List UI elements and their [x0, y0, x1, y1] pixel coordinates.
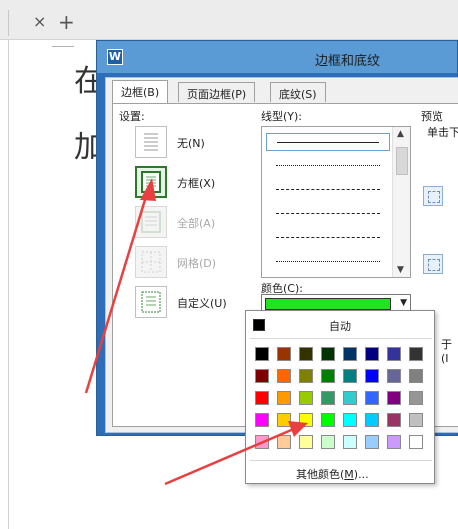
line-style-dotted[interactable]	[266, 157, 390, 175]
setting-box[interactable]: 方框(X)	[135, 166, 255, 200]
color-picker-popup: 自动 其他颜色(M)...	[245, 310, 435, 484]
color-swatch[interactable]	[299, 391, 313, 405]
auto-color-option[interactable]: 自动	[247, 312, 433, 336]
top-border-button[interactable]	[423, 186, 443, 206]
preview-hint: 单击下方	[427, 126, 458, 139]
setting-box-icon	[135, 166, 167, 198]
color-swatch[interactable]	[365, 347, 379, 361]
color-swatch[interactable]	[365, 413, 379, 427]
new-tab-icon[interactable]: +	[58, 12, 75, 32]
line-style-label: 线型(Y):	[261, 110, 303, 123]
tab-page-border[interactable]: 页面边框(P)	[178, 82, 256, 102]
setting-none-label: 无(N)	[177, 137, 205, 150]
tab-separator	[8, 10, 9, 36]
color-swatch[interactable]	[277, 435, 291, 449]
color-swatch[interactable]	[255, 391, 269, 405]
auto-color-swatch	[253, 319, 265, 331]
bottom-border-button[interactable]	[423, 254, 443, 274]
line-style-dash-dot[interactable]	[266, 229, 390, 247]
color-swatch[interactable]	[255, 413, 269, 427]
color-swatch[interactable]	[321, 347, 335, 361]
color-swatch[interactable]	[409, 369, 423, 383]
color-swatch[interactable]	[321, 369, 335, 383]
color-swatch[interactable]	[321, 435, 335, 449]
color-swatch[interactable]	[387, 347, 401, 361]
setting-all-icon	[135, 206, 167, 238]
color-swatch[interactable]	[277, 347, 291, 361]
color-swatch[interactable]	[387, 391, 401, 405]
tab-shading[interactable]: 底纹(S)	[270, 82, 326, 102]
setting-grid-icon	[135, 246, 167, 278]
color-swatch[interactable]	[409, 391, 423, 405]
setting-box-label: 方框(X)	[177, 177, 216, 190]
color-swatch[interactable]	[299, 435, 313, 449]
popup-divider	[250, 460, 432, 461]
color-swatch[interactable]	[365, 369, 379, 383]
dialog-title: 边框和底纹	[315, 54, 381, 69]
setting-none[interactable]: 无(N)	[135, 126, 255, 160]
color-swatch[interactable]	[255, 435, 269, 449]
more-colors-option[interactable]: 其他颜色(M)...	[296, 466, 369, 482]
color-swatch[interactable]	[255, 369, 269, 383]
color-swatch[interactable]	[343, 413, 357, 427]
setting-grid[interactable]: 网格(D)	[135, 246, 255, 280]
color-swatch[interactable]	[299, 369, 313, 383]
wps-writer-icon: W	[107, 49, 123, 65]
line-style-scrollbar[interactable]: ▲ ▼	[392, 127, 410, 277]
settings-label: 设置:	[119, 110, 145, 123]
setting-custom[interactable]: 自定义(U)	[135, 286, 255, 320]
document-tab-bar: × +	[0, 0, 458, 40]
setting-all[interactable]: 全部(A)	[135, 206, 255, 240]
setting-all-label: 全部(A)	[177, 217, 216, 230]
color-swatch[interactable]	[409, 413, 423, 427]
line-style-solid[interactable]	[266, 133, 390, 151]
line-style-list[interactable]: ▲ ▼	[261, 126, 411, 278]
scroll-down-icon[interactable]: ▼	[397, 265, 404, 275]
color-swatch[interactable]	[343, 391, 357, 405]
setting-custom-icon	[135, 286, 167, 318]
color-swatch[interactable]	[343, 347, 357, 361]
preview-label: 预览	[421, 110, 443, 123]
color-swatch[interactable]	[387, 413, 401, 427]
color-swatch[interactable]	[409, 347, 423, 361]
setting-custom-label: 自定义(U)	[177, 297, 227, 310]
color-swatch[interactable]	[365, 391, 379, 405]
scroll-up-icon[interactable]: ▲	[397, 129, 404, 139]
auto-color-label: 自动	[329, 320, 351, 333]
popup-divider	[250, 338, 432, 339]
close-tab-icon[interactable]: ×	[33, 14, 46, 30]
line-style-long-dashed[interactable]	[266, 205, 390, 223]
color-swatch[interactable]	[299, 347, 313, 361]
apply-to-label: 于(I	[441, 338, 452, 365]
line-style-dash-dot-dot[interactable]	[266, 253, 390, 271]
setting-grid-label: 网格(D)	[177, 257, 217, 270]
page-corner-mark	[52, 46, 74, 47]
color-swatch[interactable]	[365, 435, 379, 449]
color-swatch[interactable]	[321, 413, 335, 427]
scroll-thumb[interactable]	[396, 147, 408, 175]
color-swatch[interactable]	[387, 435, 401, 449]
setting-none-icon	[135, 126, 167, 158]
color-swatch[interactable]	[277, 413, 291, 427]
tab-borders[interactable]: 边框(B)	[112, 80, 169, 103]
color-swatch[interactable]	[343, 435, 357, 449]
dialog-title-bar[interactable]: W 边框和底纹	[97, 41, 457, 73]
color-swatch[interactable]	[277, 391, 291, 405]
color-swatch[interactable]	[343, 369, 357, 383]
chevron-down-icon[interactable]: ▼	[400, 298, 407, 308]
color-swatch[interactable]	[255, 347, 269, 361]
color-swatch[interactable]	[321, 391, 335, 405]
selected-color-swatch	[265, 298, 391, 310]
color-swatch[interactable]	[299, 413, 313, 427]
color-swatch[interactable]	[277, 369, 291, 383]
color-swatch[interactable]	[387, 369, 401, 383]
color-swatch[interactable]	[409, 435, 423, 449]
line-style-dashed[interactable]	[266, 181, 390, 199]
